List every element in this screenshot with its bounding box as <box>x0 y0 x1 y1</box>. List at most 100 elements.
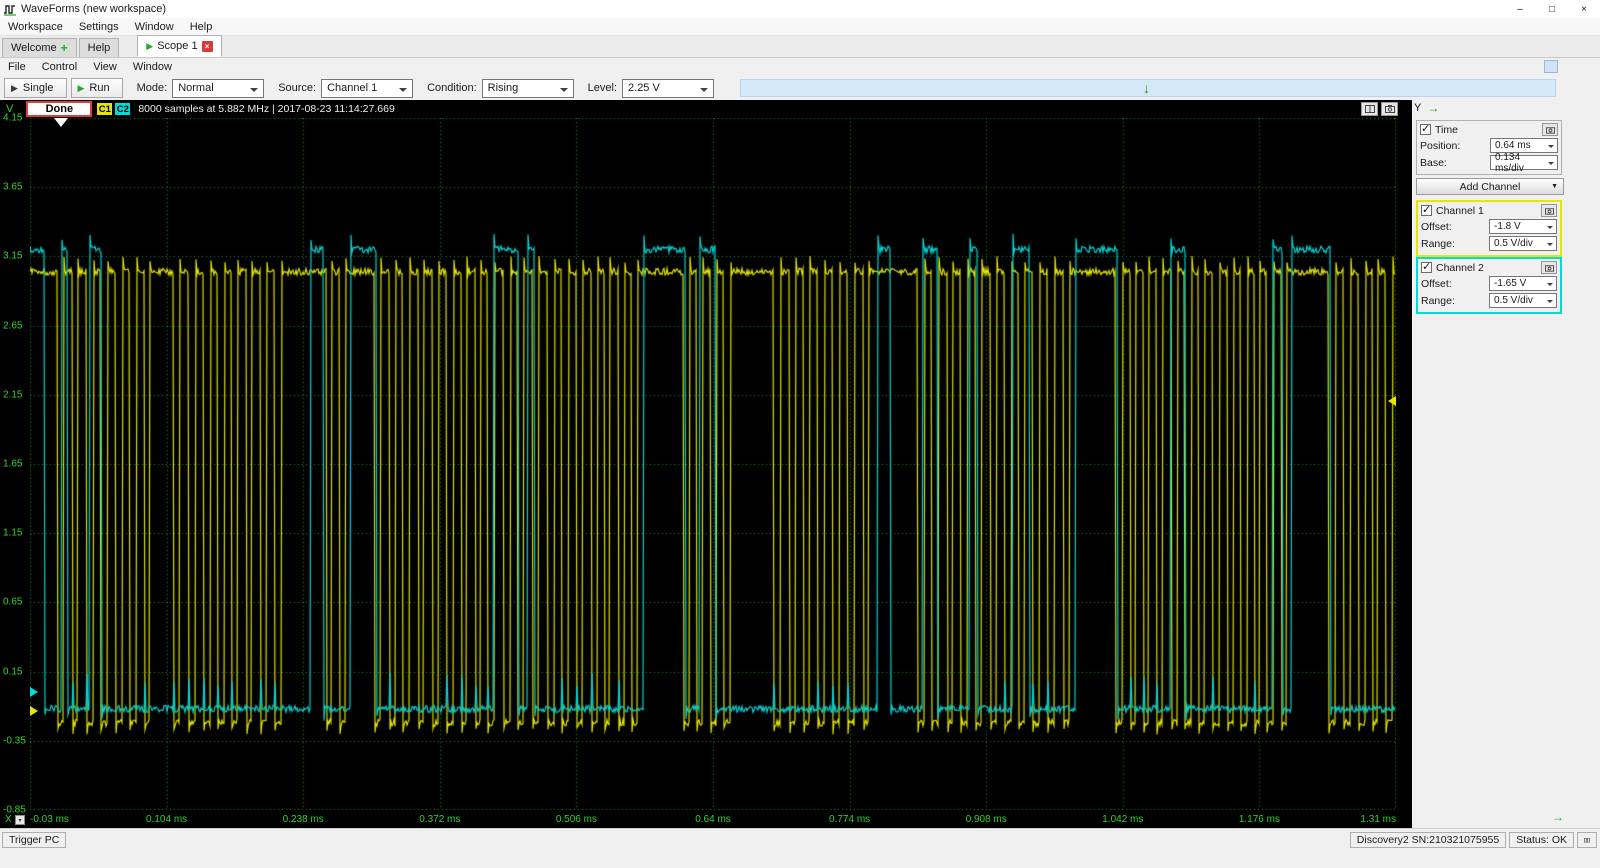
x-tick-label: -0.03 ms <box>30 814 69 825</box>
dock-panel-icon[interactable] <box>1544 60 1558 73</box>
y-tick-label: 0.15 <box>3 666 23 678</box>
tab-welcome-label: Welcome <box>11 42 57 54</box>
channel1-offset-marker[interactable] <box>30 706 38 716</box>
plot-layout-icon[interactable] <box>1361 102 1378 116</box>
menu-window[interactable]: Window <box>127 18 182 36</box>
scope-menubar: File Control View Window <box>0 58 1600 76</box>
close-tab-icon[interactable]: × <box>201 40 213 52</box>
channel2-range-value: 0.5 V/div <box>1494 295 1533 306</box>
tab-scope1[interactable]: ▶ Scope 1 × <box>137 35 222 57</box>
y-tick-label: 3.65 <box>3 181 23 193</box>
window-title: WaveForms (new workspace) <box>21 3 167 15</box>
scope-menu-control[interactable]: Control <box>34 58 85 76</box>
instrument-tabbar: Welcome + Help ▶ Scope 1 × <box>0 35 1600 58</box>
status-bar: Trigger PC Discovery2 SN:210321075955 St… <box>0 828 1600 850</box>
run-button[interactable]: ▶ Run <box>70 78 123 98</box>
time-enable-checkbox[interactable]: ✓ <box>1420 123 1431 135</box>
level-select[interactable]: 2.25 V <box>622 78 715 98</box>
trigger-position-marker-icon[interactable]: ↓ <box>1143 80 1150 96</box>
channel1-panel-title: Channel 1 <box>1436 204 1484 217</box>
pan-right-bottom-icon[interactable]: → <box>1552 810 1564 824</box>
acquisition-text: 8000 samples at 5.882 MHz | 2017-08-23 1… <box>138 103 395 115</box>
minimize-icon[interactable]: – <box>1504 0 1536 18</box>
close-icon[interactable]: × <box>1568 0 1600 18</box>
x-tick-label: 0.908 ms <box>965 814 1007 825</box>
channel2-offset-select[interactable]: -1.65 V <box>1489 276 1557 291</box>
condition-label: Condition: <box>427 82 477 94</box>
x-tick-label: 0.372 ms <box>419 814 461 825</box>
menu-settings[interactable]: Settings <box>71 18 127 36</box>
condition-select[interactable]: Rising <box>481 78 574 98</box>
x-tick-label: 0.64 ms <box>695 814 731 825</box>
channel1-panel: ✓ Channel 1 Offset: -1.8 V Range: 0.5 V/… <box>1416 200 1562 257</box>
time-panel-title: Time <box>1435 123 1458 136</box>
channel2-snapshot-icon[interactable] <box>1541 261 1557 274</box>
channel2-offset-marker[interactable] <box>30 687 38 697</box>
menu-help[interactable]: Help <box>182 18 221 36</box>
channel1-badge[interactable]: C1 <box>97 103 113 115</box>
tab-help[interactable]: Help <box>78 38 120 57</box>
run-icon: ▶ <box>77 82 85 93</box>
base-select[interactable]: 0.134 ms/div <box>1490 152 1558 174</box>
channel2-panel-title: Channel 2 <box>1436 261 1484 274</box>
channel1-snapshot-icon[interactable] <box>1541 204 1557 217</box>
mode-select[interactable]: Normal <box>172 78 265 98</box>
scope-icon: ▶ <box>146 40 154 51</box>
scope-display: V Done C1 C2 8000 samples at 5.882 MHz |… <box>0 100 1412 828</box>
mode-label: Mode: <box>136 82 168 94</box>
position-label: Position: <box>1420 139 1461 152</box>
y-tick-label: -0.35 <box>3 735 26 747</box>
add-instrument-icon[interactable]: + <box>61 42 68 54</box>
single-button[interactable]: ▶ Single <box>4 78 67 98</box>
scope-menu-window[interactable]: Window <box>125 58 180 76</box>
pan-right-icon[interactable]: → <box>1427 101 1439 115</box>
channel1-range-select[interactable]: 0.5 V/div <box>1489 236 1557 251</box>
snapshot-icon[interactable] <box>1381 102 1398 116</box>
channel1-offset-select[interactable]: -1.8 V <box>1489 219 1557 234</box>
channel2-range-select[interactable]: 0.5 V/div <box>1489 293 1557 308</box>
source-label: Source: <box>278 82 317 94</box>
y-tick-label: 2.15 <box>3 389 23 401</box>
level-label: Level: <box>587 82 618 94</box>
trigger-level-marker[interactable] <box>1388 396 1396 406</box>
maximize-icon[interactable]: □ <box>1536 0 1568 18</box>
x-tick-label: 0.104 ms <box>146 814 188 825</box>
channel2-panel: ✓ Channel 2 Offset: -1.65 V Range: 0.5 V… <box>1416 257 1562 314</box>
channel2-offset-label: Offset: <box>1421 277 1452 290</box>
scope-menu-view[interactable]: View <box>85 58 125 76</box>
x-tick-label: 0.506 ms <box>555 814 597 825</box>
device-status: Discovery2 SN:210321075955 <box>1349 831 1507 848</box>
y-tick-label: 4.15 <box>3 112 23 124</box>
base-value: 0.134 ms/div <box>1495 151 1524 174</box>
channel1-enable-checkbox[interactable]: ✓ <box>1421 204 1432 216</box>
x-tick-label: 1.31 ms <box>1360 814 1396 825</box>
scope-plot-canvas[interactable] <box>30 118 1396 810</box>
statusbar-snapshot-icon[interactable] <box>1577 831 1597 848</box>
scope-menu-file[interactable]: File <box>0 58 34 76</box>
x-axis-caret-icon[interactable]: ▾ <box>15 815 25 825</box>
base-label: Base: <box>1420 156 1447 169</box>
channel2-badge[interactable]: C2 <box>115 103 131 115</box>
add-channel-button[interactable]: Add Channel ▼ <box>1416 178 1564 195</box>
x-tick-label: 1.042 ms <box>1102 814 1144 825</box>
trigger-position-slider[interactable]: ↓ <box>740 79 1556 97</box>
y-tick-label: 0.65 <box>3 596 23 608</box>
menu-workspace[interactable]: Workspace <box>0 18 71 36</box>
position-value: 0.64 ms <box>1495 140 1531 151</box>
trigger-time-marker[interactable] <box>54 118 68 127</box>
waveforms-window: WaveForms (new workspace) – □ × Workspac… <box>0 0 1600 868</box>
mode-value: Normal <box>178 82 214 94</box>
y-tick-label: 1.15 <box>3 527 23 539</box>
trigger-source-status: Trigger PC <box>2 831 67 848</box>
source-select[interactable]: Channel 1 <box>321 78 414 98</box>
tab-welcome[interactable]: Welcome + <box>2 38 77 57</box>
add-channel-label: Add Channel <box>1459 180 1521 193</box>
app-icon <box>4 4 16 16</box>
check-icon: ✓ <box>1422 261 1432 273</box>
y-tick-label: 1.65 <box>3 458 23 470</box>
acquisition-info-row: V Done C1 C2 8000 samples at 5.882 MHz |… <box>0 100 1412 118</box>
channel2-enable-checkbox[interactable]: ✓ <box>1421 261 1432 273</box>
single-button-label: Single <box>22 82 54 94</box>
scope-toolbar: ▶ Single ▶ Run Mode: Normal Source: Chan… <box>0 76 1600 100</box>
time-snapshot-icon[interactable] <box>1542 123 1558 136</box>
